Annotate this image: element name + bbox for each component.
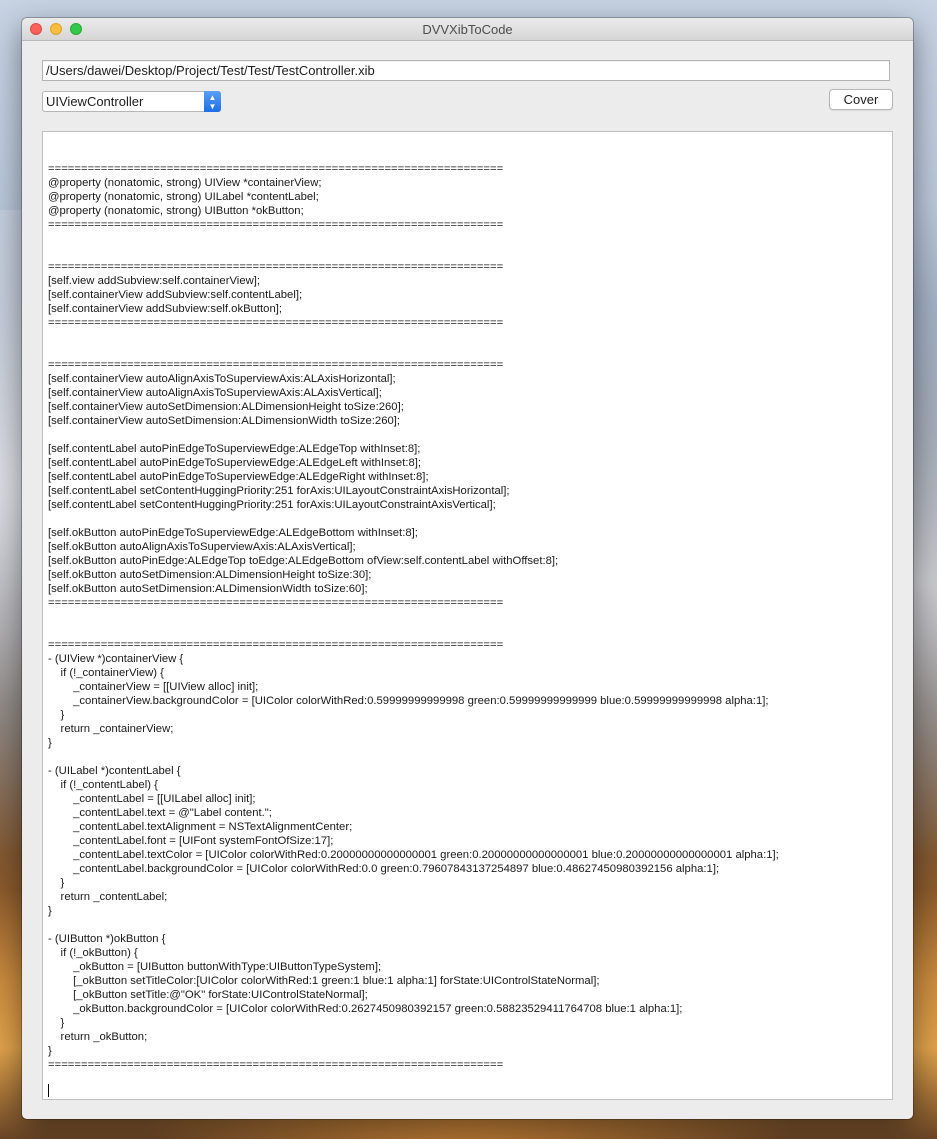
cover-button[interactable]: Cover [829, 89, 893, 110]
window-title: DVVXibToCode [422, 22, 513, 37]
app-window: DVVXibToCode /Users/dawei/Desktop/Projec… [22, 18, 913, 1119]
controller-type-value: UIViewController [46, 94, 144, 109]
title-bar[interactable]: DVVXibToCode [22, 18, 913, 41]
chevron-updown-icon[interactable]: ▲ ▼ [204, 91, 221, 112]
xib-path-input[interactable]: /Users/dawei/Desktop/Project/Test/Test/T… [42, 60, 890, 81]
generated-code-textview[interactable]: ========================================… [42, 131, 893, 1100]
controller-type-select[interactable]: UIViewController ▲ ▼ [42, 91, 221, 112]
generated-code-text[interactable]: ========================================… [48, 162, 779, 1072]
text-caret [48, 1084, 49, 1097]
